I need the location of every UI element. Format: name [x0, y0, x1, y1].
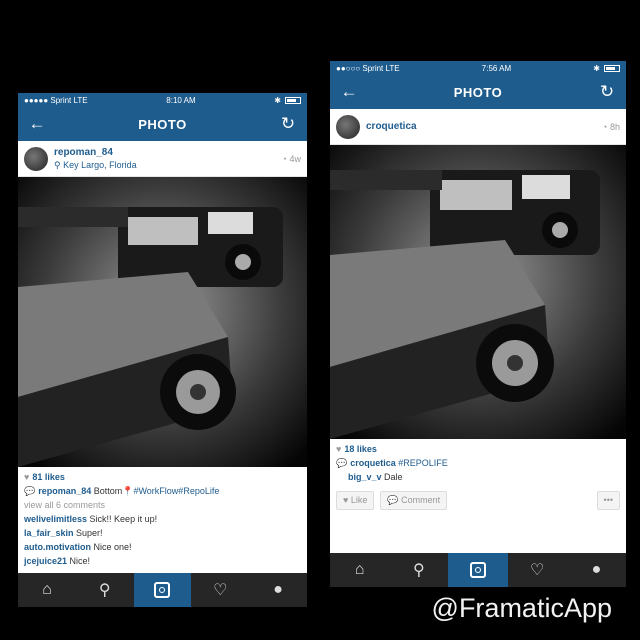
comment-text: Sick!! Keep it up! — [87, 513, 158, 524]
page-title: PHOTO — [138, 116, 187, 132]
view-all-comments[interactable]: view all 6 comments — [24, 499, 301, 513]
post-header: repoman_84 ⚲ Key Largo, Florida ◔ 4w — [18, 141, 307, 177]
post-photo[interactable] — [330, 145, 626, 439]
home-tab-icon[interactable]: ⌂ — [18, 573, 76, 607]
comment-user[interactable]: la_fair_skin — [24, 528, 74, 538]
left-phone-screenshot: ●●●●● Sprint LTE 8:10 AM ✱ ← PHOTO ↻ rep… — [18, 93, 307, 607]
framaticapp-watermark: @FramaticApp — [431, 593, 612, 623]
comment-row: big_v_v Dale — [336, 471, 620, 485]
comment-row: welivelimitless Sick!! Keep it up! — [24, 513, 301, 527]
tow-truck-photo — [330, 145, 626, 439]
battery-icon — [604, 64, 620, 72]
post-photo[interactable] — [18, 177, 307, 467]
carrier-signal: ●●○○○ Sprint LTE — [336, 63, 400, 73]
post-actions: ♥ Like 💬 Comment ••• — [330, 489, 626, 512]
home-tab-icon[interactable]: ⌂ — [330, 553, 389, 587]
status-bar: ●●●●● Sprint LTE 8:10 AM ✱ — [18, 93, 307, 107]
comment-user[interactable]: jcejuice21 — [24, 556, 67, 566]
nav-bar: ← PHOTO ↻ — [330, 75, 626, 109]
tow-truck-photo — [18, 177, 307, 467]
status-time: 7:56 AM — [481, 63, 512, 73]
comment-row: jcejuice21 Nice! — [24, 555, 301, 569]
avatar[interactable] — [336, 114, 360, 139]
page-title: PHOTO — [453, 84, 503, 100]
post-meta: ♥ 81 likes 💬 repoman_84 Bottom📍#WorkFlow#R… — [18, 467, 307, 573]
comment-text: Nice one! — [91, 541, 132, 552]
battery-icon — [285, 96, 301, 104]
like-button[interactable]: ♥ Like — [336, 490, 375, 510]
post-username[interactable]: repoman_84 — [54, 147, 282, 158]
comment-icon: 💬 — [24, 485, 36, 496]
bluetooth-icon: ✱ — [274, 95, 281, 105]
heart-icon: ♥ — [24, 472, 30, 482]
likes-count[interactable]: 81 likes — [32, 472, 65, 482]
post-meta: ♥ 18 likes 💬 croquetica #REPOLIFE big_v_v … — [330, 439, 626, 489]
refresh-icon[interactable]: ↻ — [277, 114, 299, 134]
camera-tab-icon[interactable] — [133, 573, 192, 607]
activity-tab-icon[interactable]: ♡ — [191, 573, 249, 607]
comment-text: Super! — [73, 527, 103, 538]
nav-bar: ← PHOTO ↻ — [18, 107, 307, 141]
camera-tab-icon[interactable] — [448, 553, 508, 587]
comment-icon: 💬 — [336, 457, 348, 468]
refresh-icon[interactable]: ↻ — [596, 82, 618, 102]
heart-icon: ♥ — [336, 444, 342, 454]
caption-text: Bottom📍 — [91, 485, 134, 496]
more-options-button[interactable]: ••• — [596, 490, 620, 510]
caption-user[interactable]: repoman_84 — [38, 486, 91, 496]
profile-tab-icon[interactable]: ● — [249, 573, 307, 607]
comment-user[interactable]: auto.motivation — [24, 542, 91, 552]
back-arrow-icon[interactable]: ← — [26, 114, 48, 134]
activity-tab-icon[interactable]: ♡ — [508, 553, 567, 587]
status-time: 8:10 AM — [166, 95, 196, 105]
back-arrow-icon[interactable]: ← — [338, 82, 360, 102]
comment-text: Dale — [381, 471, 403, 482]
bluetooth-icon: ✱ — [593, 63, 600, 73]
right-phone-screenshot: ●●○○○ Sprint LTE 7:56 AM ✱ ← PHOTO ↻ cro… — [330, 61, 626, 587]
tab-bar: ⌂ ⚲ ♡ ● — [18, 573, 307, 607]
carrier-signal: ●●●●● Sprint LTE — [24, 95, 88, 105]
search-tab-icon[interactable]: ⚲ — [389, 553, 448, 587]
post-time: ◔ 8h — [602, 121, 620, 132]
post-header: croquetica ◔ 8h — [330, 109, 626, 145]
search-tab-icon[interactable]: ⚲ — [76, 573, 134, 607]
post-location[interactable]: ⚲ Key Largo, Florida — [54, 160, 282, 171]
post-username[interactable]: croquetica — [366, 121, 602, 132]
comment-text: Nice! — [67, 555, 91, 566]
tab-bar: ⌂ ⚲ ♡ ● — [330, 553, 626, 587]
comment-user[interactable]: big_v_v — [348, 472, 382, 482]
comment-row: auto.motivation Nice one! — [24, 541, 301, 555]
post-time: ◔ 4w — [281, 153, 301, 164]
caption-tags[interactable]: #REPOLIFE — [396, 458, 448, 468]
avatar[interactable] — [24, 146, 48, 171]
comment-row: la_fair_skin Super! — [24, 527, 301, 541]
profile-tab-icon[interactable]: ● — [567, 553, 626, 587]
comment-button[interactable]: 💬 Comment — [380, 490, 448, 510]
caption-tags[interactable]: #WorkFlow#RepoLife — [133, 486, 219, 496]
status-bar: ●●○○○ Sprint LTE 7:56 AM ✱ — [330, 61, 626, 75]
comment-user[interactable]: welivelimitless — [24, 514, 87, 524]
likes-count[interactable]: 18 likes — [344, 444, 377, 454]
caption-user[interactable]: croquetica — [350, 458, 396, 468]
